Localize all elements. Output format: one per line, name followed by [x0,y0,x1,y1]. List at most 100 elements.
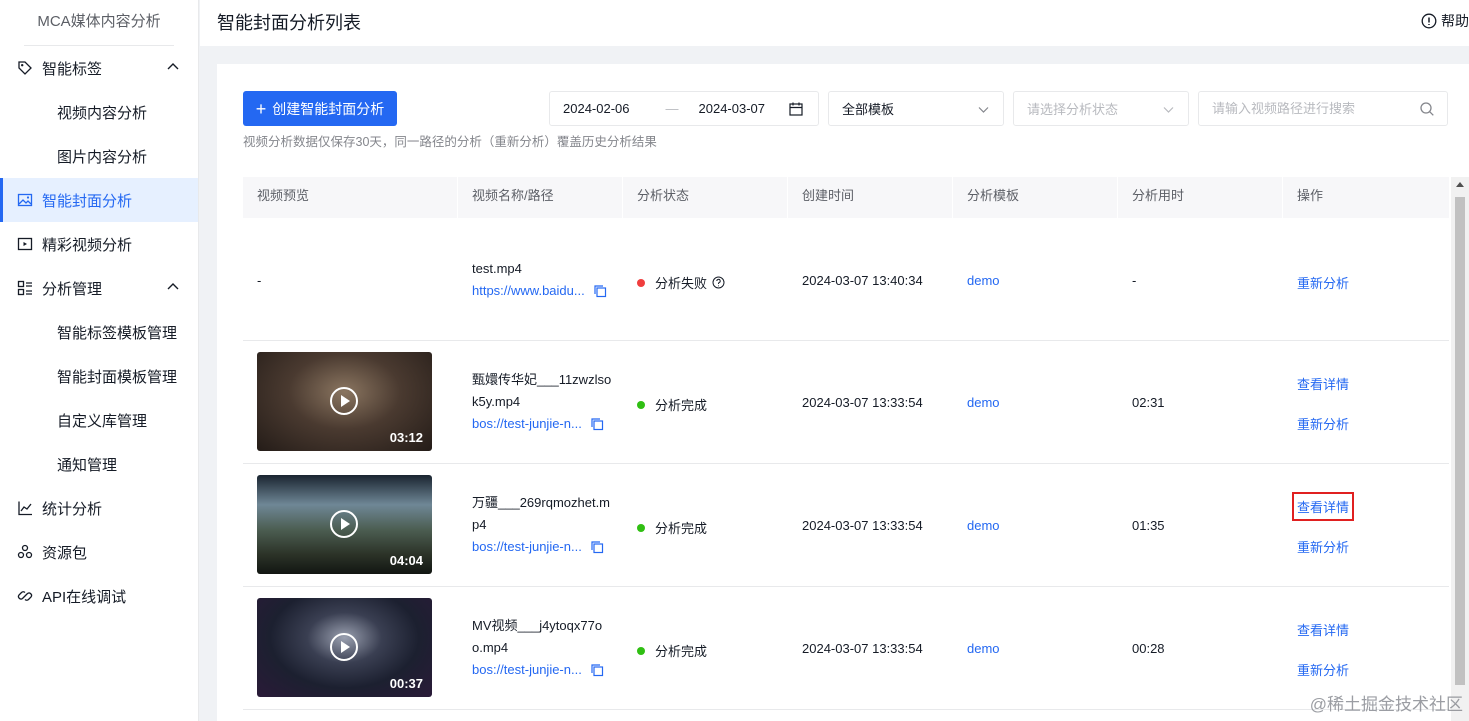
template-link[interactable]: demo [967,518,1000,533]
date-range-picker[interactable]: 2024-02-06 — 2024-03-07 [549,91,819,126]
col-header-template: 分析模板 [967,188,1020,203]
sidebar-item-label: 智能标签模板管理 [57,324,178,342]
thumbnail-duration: 03:12 [389,430,423,445]
created-time: 2024-03-07 13:33:54 [802,395,923,410]
sidebar-item-label: 资源包 [42,544,88,562]
play-icon[interactable] [330,387,358,415]
status-dot [637,523,645,532]
status-dot [637,400,645,409]
status-cell: 分析失败 [637,273,725,292]
created-time: 2024-03-07 13:40:34 [802,273,923,288]
tag-icon [16,59,34,77]
sidebar-item-label: 智能标签 [42,60,103,78]
status-text: 分析完成 [655,521,708,536]
status-cell: 分析完成 [637,641,707,660]
status-cell: 分析完成 [637,395,707,414]
view-detail-button[interactable]: 查看详情 [1297,620,1349,639]
question-icon[interactable] [712,276,725,289]
template-select-value: 全部模板 [842,102,895,117]
calendar-icon [789,102,803,116]
template-link[interactable]: demo [967,273,1000,288]
play-icon[interactable] [330,510,358,538]
video-name-cell: 甄嬛传华妃___11zwzlsok5y.mp4 bos://test-junji… [472,369,612,435]
status-select[interactable]: 请选择分析状态 [1013,91,1189,126]
sidebar-item-tag-template[interactable]: 智能标签模板管理 [0,310,198,354]
col-header-status: 分析状态 [637,188,690,203]
sidebar-item-highlight-video[interactable]: 精彩视频分析 [0,222,198,266]
template-link[interactable]: demo [967,641,1000,656]
view-detail-button[interactable]: 查看详情 [1291,492,1355,521]
analysis-duration: - [1132,273,1137,288]
analysis-duration: 02:31 [1132,395,1165,410]
search-icon[interactable] [1419,101,1435,117]
reanalyze-button[interactable]: 重新分析 [1297,414,1349,433]
sidebar-item-api-debug[interactable]: API在线调试 [0,574,198,618]
table-row: 03:12 甄嬛传华妃___11zwzlsok5y.mp4 bos://test… [243,341,1449,464]
video-name-cell: 万疆___269rqmozhet.mp4 bos://test-junjie-n… [472,492,612,558]
reanalyze-button[interactable]: 重新分析 [1297,660,1349,679]
sidebar: MCA媒体内容分析 智能标签 视频内容分析 图片内容分析 智能封面分析 精彩视频… [0,0,199,721]
template-select[interactable]: 全部模板 [828,91,1004,126]
sidebar-item-video-analysis[interactable]: 视频内容分析 [0,90,198,134]
vertical-scrollbar[interactable] [1451,177,1469,721]
video-thumbnail[interactable]: 03:12 [257,352,432,451]
chevron-up-icon [167,63,179,70]
created-time: 2024-03-07 13:33:54 [802,518,923,533]
video-path-link[interactable]: bos://test-junjie-n... [472,413,582,435]
video-path-link[interactable]: https://www.baidu... [472,280,585,302]
scrollbar-thumb[interactable] [1455,197,1465,685]
col-header-actions: 操作 [1297,188,1324,203]
sidebar-item-label: 视频内容分析 [57,104,148,122]
sidebar-item-analysis-manage[interactable]: 分析管理 [0,266,198,310]
sidebar-item-cover-template[interactable]: 智能封面模板管理 [0,354,198,398]
sidebar-item-smart-cover[interactable]: 智能封面分析 [0,178,198,222]
analysis-duration: 01:35 [1132,518,1165,533]
video-icon [16,235,34,253]
preview-placeholder: - [257,273,262,288]
chevron-down-icon [978,107,989,113]
status-text: 分析失败 [655,276,708,291]
reanalyze-button[interactable]: 重新分析 [1297,273,1349,292]
video-name: 万疆___269rqmozhet.mp4 [472,495,611,532]
info-icon [1421,13,1437,29]
search-input[interactable] [1212,101,1412,116]
view-detail-button[interactable]: 查看详情 [1297,374,1349,393]
sidebar-item-label: 图片内容分析 [57,148,148,166]
copy-icon[interactable] [593,284,607,298]
sidebar-item-label: 统计分析 [42,500,103,518]
copy-icon[interactable] [590,540,604,554]
video-thumbnail[interactable]: 04:04 [257,475,432,574]
sidebar-item-label: 自定义库管理 [57,412,148,430]
help-link[interactable]: 帮助 [1421,11,1469,31]
scroll-up-icon[interactable] [1456,182,1464,187]
sidebar-item-label: 分析管理 [42,280,103,298]
template-link[interactable]: demo [967,395,1000,410]
page-title: 智能封面分析列表 [217,13,361,33]
video-thumbnail[interactable]: 00:37 [257,598,432,697]
sidebar-item-statistics[interactable]: 统计分析 [0,486,198,530]
sidebar-item-custom-lib[interactable]: 自定义库管理 [0,398,198,442]
copy-icon[interactable] [590,417,604,431]
date-separator: — [665,101,679,116]
copy-icon[interactable] [590,663,604,677]
created-time: 2024-03-07 13:33:54 [802,641,923,656]
sidebar-item-notify[interactable]: 通知管理 [0,442,198,486]
create-analysis-button[interactable]: + 创建智能封面分析 [243,91,397,126]
table-row: - test.mp4 https://www.baidu... 分析失败 202… [243,218,1449,341]
video-path-link[interactable]: bos://test-junjie-n... [472,659,582,681]
sidebar-item-package[interactable]: 资源包 [0,530,198,574]
create-button-label: 创建智能封面分析 [272,100,385,117]
sidebar-item-image-analysis[interactable]: 图片内容分析 [0,134,198,178]
status-text: 分析完成 [655,644,708,659]
sidebar-item-smart-tag[interactable]: 智能标签 [0,46,198,90]
retention-hint: 视频分析数据仅保存30天，同一路径的分析（重新分析）覆盖历史分析结果 [243,135,657,149]
link-icon [16,587,34,605]
video-name-cell: MV视频___j4ytoqx77oo.mp4 bos://test-junjie… [472,615,612,681]
reanalyze-button[interactable]: 重新分析 [1297,537,1349,556]
chevron-down-icon [1163,107,1174,113]
video-path-link[interactable]: bos://test-junjie-n... [472,536,582,558]
status-select-placeholder: 请选择分析状态 [1027,102,1119,117]
plus-icon: + [255,98,267,119]
play-icon[interactable] [330,633,358,661]
col-header-created: 创建时间 [802,188,855,203]
